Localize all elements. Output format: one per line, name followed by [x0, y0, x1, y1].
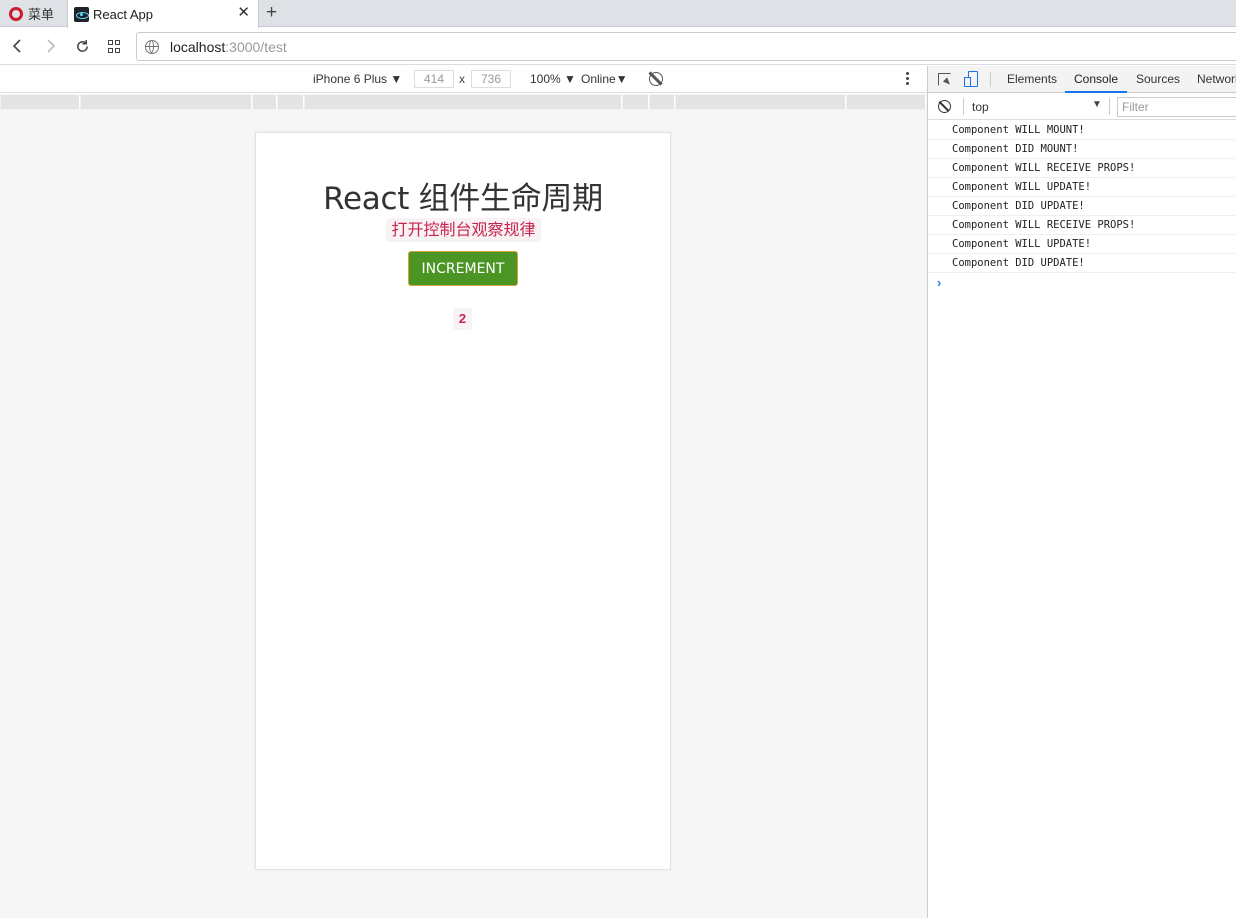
console-message: Component DID UPDATE!	[928, 254, 1236, 273]
back-button[interactable]	[8, 36, 28, 56]
tab-elements[interactable]: Elements	[1007, 66, 1057, 93]
media-query-segment[interactable]	[305, 95, 622, 109]
emulated-device-screen: React 组件生命周期 打开控制台观察规律 INCREMENT 2	[255, 132, 671, 870]
console-message: Component DID MOUNT!	[928, 140, 1236, 159]
counter-value: 2	[453, 308, 472, 330]
speed-dial-icon[interactable]	[108, 40, 121, 53]
chevron-down-icon: ▼	[564, 72, 576, 86]
tab-network[interactable]: Network	[1197, 66, 1236, 93]
reload-icon	[76, 39, 88, 52]
menu-label: 菜单	[28, 7, 55, 22]
media-query-segment[interactable]	[81, 95, 252, 109]
dimension-separator: x	[459, 72, 465, 86]
chevron-down-icon: ▼	[390, 72, 403, 86]
inspect-element-icon[interactable]	[938, 73, 951, 86]
url-host: localhost	[170, 38, 226, 55]
page-title: React 组件生命周期	[323, 181, 603, 217]
forward-button[interactable]	[40, 36, 60, 56]
url-path: :3000/test	[225, 38, 287, 55]
tab-title: React App	[93, 6, 153, 22]
opera-menu-button[interactable]: 菜单	[0, 0, 66, 27]
width-input[interactable]: 414	[414, 70, 454, 88]
divider	[1109, 98, 1110, 115]
console-message: Component WILL RECEIVE PROPS!	[928, 216, 1236, 235]
console-message: Component WILL UPDATE!	[928, 235, 1236, 254]
more-options-icon[interactable]	[906, 72, 910, 85]
clear-console-icon[interactable]	[938, 100, 951, 113]
console-prompt[interactable]: ›	[928, 273, 1236, 292]
browser-tab-react-app[interactable]: React App ✕	[67, 0, 259, 28]
browser-tab-strip: 菜单 React App ✕ +	[0, 0, 1236, 28]
context-select[interactable]: top	[972, 100, 989, 114]
media-query-bar	[0, 94, 927, 110]
rotate-icon[interactable]	[649, 72, 663, 86]
chevron-down-icon: ▼	[615, 72, 628, 86]
zoom-label: 100%	[530, 72, 561, 86]
reload-button[interactable]	[72, 36, 92, 56]
globe-icon	[145, 39, 159, 54]
media-query-segment[interactable]	[847, 95, 926, 109]
back-arrow-icon	[12, 39, 21, 53]
opera-logo-icon	[9, 6, 23, 21]
console-message: Component WILL MOUNT!	[928, 121, 1236, 140]
address-bar[interactable]: localhost:3000/test	[136, 32, 1236, 61]
console-message: Component WILL UPDATE!	[928, 178, 1236, 197]
divider	[990, 72, 991, 87]
console-hint: 打开控制台观察规律	[386, 218, 541, 242]
height-input[interactable]: 736	[471, 70, 511, 88]
network-throttle-select[interactable]: Online▼	[581, 72, 628, 86]
forward-arrow-icon	[47, 39, 56, 53]
zoom-select[interactable]: 100% ▼	[530, 72, 576, 86]
console-message: Component WILL RECEIVE PROPS!	[928, 159, 1236, 178]
device-label: iPhone 6 Plus	[313, 72, 388, 86]
media-query-segment[interactable]	[650, 95, 675, 109]
chevron-down-icon[interactable]: ▼	[1092, 99, 1102, 110]
console-log: Component WILL MOUNT! Component DID MOUN…	[928, 121, 1236, 292]
network-label: Online	[581, 72, 616, 86]
console-toolbar: top ▼ Filter	[928, 94, 1236, 120]
device-toggle-icon[interactable]	[964, 71, 978, 88]
device-toolbar: iPhone 6 Plus ▼ 414 x 736 100% ▼ Online▼	[0, 66, 927, 93]
devtools-panel: Elements Console Sources Network top ▼ F…	[927, 66, 1236, 918]
media-query-segment[interactable]	[1, 95, 80, 109]
device-select[interactable]: iPhone 6 Plus ▼	[313, 72, 402, 86]
tab-console[interactable]: Console	[1065, 66, 1128, 93]
media-query-segment[interactable]	[676, 95, 846, 109]
devtools-tab-bar: Elements Console Sources Network	[928, 66, 1236, 93]
media-query-segment[interactable]	[278, 95, 304, 109]
react-favicon-icon	[74, 6, 89, 22]
divider	[963, 98, 964, 115]
console-filter-input[interactable]: Filter	[1117, 97, 1236, 117]
new-tab-button[interactable]: +	[266, 2, 277, 24]
close-tab-icon[interactable]: ✕	[237, 4, 250, 22]
console-message: Component DID UPDATE!	[928, 197, 1236, 216]
increment-button[interactable]: INCREMENT	[408, 251, 518, 286]
tab-sources[interactable]: Sources	[1136, 66, 1180, 93]
navigation-bar: localhost:3000/test	[0, 28, 1236, 65]
media-query-segment[interactable]	[623, 95, 649, 109]
media-query-segment[interactable]	[253, 95, 277, 109]
